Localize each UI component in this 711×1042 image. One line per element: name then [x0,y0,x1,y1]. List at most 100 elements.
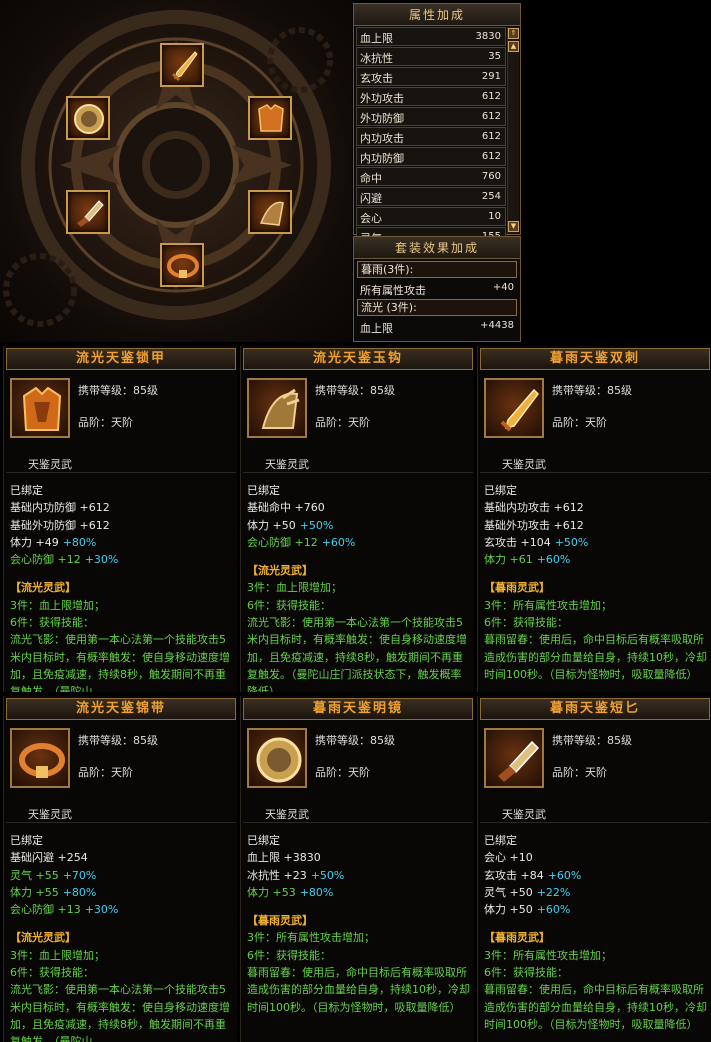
attribute-value: 3830 [475,31,501,42]
mirror-icon [74,104,104,134]
item-card[interactable]: 暮雨天鉴明镜 携带等级：85级 品阶：天阶 天鉴灵武 已绑定 血上限 +3830 冰抗性 +… [240,696,474,1042]
stat-value: +61 [509,553,533,567]
item-type-tag: 天鉴灵武 [502,458,546,471]
wheel-slot-right-lower[interactable] [248,190,292,234]
attribute-panel-title: 属性加成 [354,4,520,26]
attribute-panel: 属性加成 血上限 3830 冰抗性 35 玄攻击 291 外功攻击 612 外功防御 612 内功攻… [353,3,521,246]
card-divider [243,472,473,473]
attribute-name: 命中 [360,172,382,185]
stat-label: 体力 [247,518,273,532]
item-description: 已绑定 基础内功防御 +612 基础外功防御 +612 体力 +49 +80% 会心防御 … [10,482,234,692]
item-title: 暮雨天鉴双刺 [480,348,710,370]
item-icon-frame[interactable] [484,378,544,438]
stat-value: +12 [294,535,318,549]
stat-bonus-percent: +30% [84,553,119,567]
wheel-slot-top[interactable] [160,43,204,87]
stat-line: 灵气 +50 +22% [484,884,708,901]
stat-bonus-percent: +80% [62,885,97,899]
item-icon-frame[interactable] [247,728,307,788]
bound-status: 已绑定 [484,834,517,847]
set-effect: 3件：血上限增加； [10,598,105,612]
set-effect: 6件：获得技能： [10,616,94,630]
claw-icon [261,388,300,429]
item-title: 流光天鉴锁甲 [6,348,236,370]
set-effect: 3件：所有属性攻击增加； [484,948,612,962]
stat-bonus-percent: +60% [536,903,571,917]
scroll-top-icon[interactable]: ⇑ [508,28,519,39]
item-level: 携带等级：85级 [552,384,632,397]
stat-label: 基础命中 [247,501,295,515]
stat-line: 体力 +55 +80% [10,884,234,901]
stat-line: 体力 +50 +50% [247,517,471,534]
set-name: 暮雨(3件): [357,261,517,278]
item-type-tag: 天鉴灵武 [28,808,72,821]
belt-icon [167,254,199,278]
attribute-name: 血上限 [360,32,393,45]
stat-value: +50 [509,903,533,917]
stat-label: 会心防御 [247,535,295,549]
stat-value: +49 [35,535,59,549]
item-card[interactable]: 流光天鉴锦带 携带等级：85级 品阶：天阶 天鉴灵武 已绑定 基础闪避 +254 灵气 +5… [3,696,237,1042]
belt-icon [19,743,65,778]
item-icon-frame[interactable] [10,378,70,438]
item-icon-frame[interactable] [10,728,70,788]
wheel-slot-bottom[interactable] [160,243,204,287]
item-card[interactable]: 流光天鉴锁甲 携带等级：85级 品阶：天阶 天鉴灵武 已绑定 基础内功防御 +612 基础外… [3,346,237,692]
attribute-row: 闪避 254 [356,187,506,206]
scroll-down-icon[interactable]: ▼ [508,221,519,232]
stat-label: 会心 [484,851,510,865]
attribute-row: 命中 760 [356,167,506,186]
bound-status: 已绑定 [247,834,280,847]
item-icon-frame[interactable] [484,728,544,788]
stat-value: +84 [520,868,544,882]
set-bonus-stat: 血上限 [360,322,393,335]
attribute-name: 闪避 [360,192,382,205]
set-effect: 3件：所有属性攻击增加； [247,931,375,945]
stat-bonus-percent: +50% [299,518,334,532]
armor-icon [258,104,284,132]
stat-bonus-percent: +50% [310,868,345,882]
wheel-slot-left-upper[interactable] [66,96,110,140]
set-effect: 3件：所有属性攻击增加； [484,598,612,612]
item-card[interactable]: 暮雨天鉴双刺 携带等级：85级 品阶：天阶 天鉴灵武 已绑定 基础内功攻击 +612 基础外… [477,346,711,692]
item-description: 已绑定 血上限 +3830 冰抗性 +23 +50% 体力 +53 +80% 【暮雨灵武】 3… [247,832,471,1042]
item-card[interactable]: 流光天鉴玉钩 携带等级：85级 品阶：天阶 天鉴灵武 已绑定 基础命中 +760 体力 +5… [240,346,474,692]
set-name: 【流光灵武】 [247,564,313,578]
claw-icon [259,201,284,226]
set-name: 【暮雨灵武】 [247,914,313,928]
set-effect: 6件：获得技能： [484,616,568,630]
short-dagger-icon [77,200,104,227]
stat-line: 会心防御 +13 +30% [10,901,234,918]
card-divider [6,472,236,473]
attribute-value: 760 [481,171,501,182]
set-effect: 6件：获得技能： [247,948,331,962]
attribute-row: 血上限 3830 [356,27,506,46]
item-level: 携带等级：85级 [315,384,395,397]
stat-value: +104 [520,535,551,549]
wheel-slot-right-upper[interactable] [248,96,292,140]
attribute-value: 291 [481,71,501,82]
stat-value: +3830 [283,851,321,865]
wheel-slot-left-lower[interactable] [66,190,110,234]
stat-line: 血上限 +3830 [247,849,471,866]
stat-line: 基础内功攻击 +612 [484,499,708,516]
stat-bonus-percent: +50% [554,535,589,549]
card-divider [6,822,236,823]
attribute-row: 内功攻击 612 [356,127,506,146]
set-effect: 6件：获得技能： [484,966,568,980]
item-description: 已绑定 基础命中 +760 体力 +50 +50% 会心防御 +12 +60% 【流光灵武】… [247,482,471,692]
attribute-name: 玄攻击 [360,72,393,85]
item-card[interactable]: 暮雨天鉴短匕 携带等级：85级 品阶：天阶 天鉴灵武 已绑定 会心 +10 玄攻击 +84 +… [477,696,711,1042]
attribute-scrollbar[interactable]: ⇑ ▲ ▼ [507,27,519,234]
item-icon-frame[interactable] [247,378,307,438]
attribute-value: 10 [488,211,501,222]
set-bonus-stat: 所有属性攻击 [360,284,426,297]
bound-status: 已绑定 [10,484,43,497]
stat-label: 体力 [484,903,510,917]
scroll-up-icon[interactable]: ▲ [508,41,519,52]
stat-label: 体力 [10,885,36,899]
item-level: 携带等级：85级 [78,734,158,747]
set-effect: 6件：获得技能： [10,966,94,980]
